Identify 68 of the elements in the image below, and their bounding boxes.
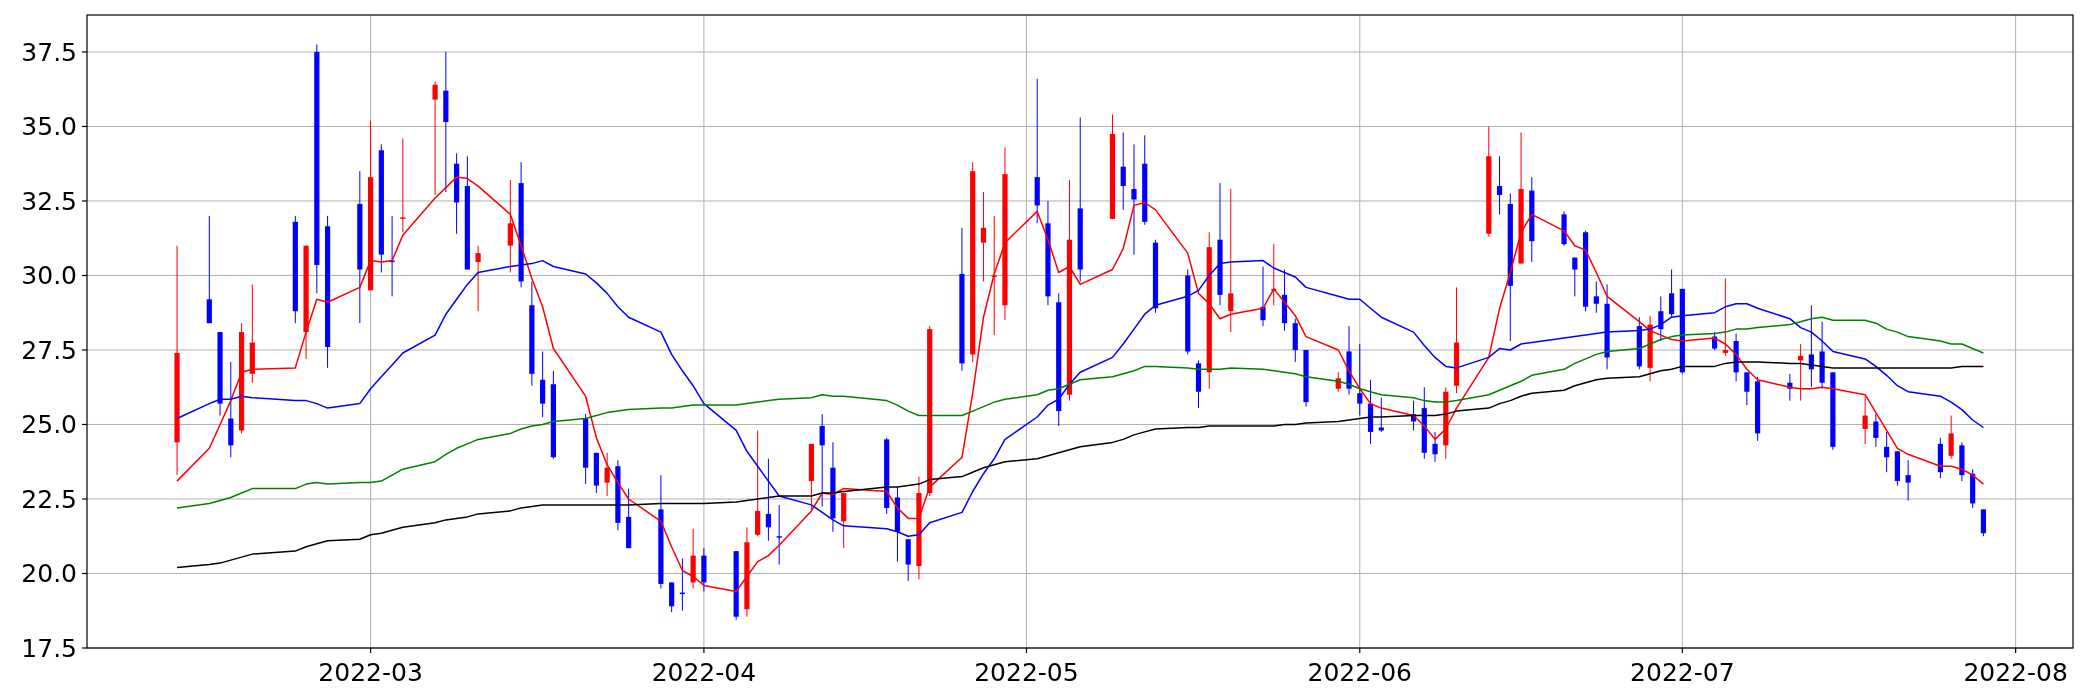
candlestick <box>1712 331 1718 351</box>
x-tick-label: 2022-04 <box>651 658 757 687</box>
candlestick <box>1787 373 1793 402</box>
candlestick <box>808 443 814 510</box>
candlestick <box>1669 269 1675 318</box>
candlestick <box>1744 371 1750 406</box>
candlestick <box>1496 155 1503 215</box>
candlestick <box>1819 321 1825 390</box>
y-tick-label: 37.5 <box>21 37 77 67</box>
candlestick <box>1271 243 1277 306</box>
x-tick-label: 2022-05 <box>974 658 1079 687</box>
y-tick-label: 22.5 <box>21 485 77 514</box>
candlestick <box>1303 349 1309 408</box>
candlestick <box>1346 325 1352 396</box>
y-tick-label: 35.0 <box>21 112 77 142</box>
y-tick-label: 30.0 <box>21 261 77 291</box>
candlestick <box>776 504 782 566</box>
candlestick <box>593 452 599 494</box>
candlestick <box>1292 318 1298 363</box>
y-tick-label: 25.0 <box>21 410 77 440</box>
y-tick-label: 17.5 <box>21 634 77 663</box>
candlestick <box>604 452 610 497</box>
candlestick <box>1862 395 1868 445</box>
candlestick <box>1432 431 1438 463</box>
x-tick-label: 2022-07 <box>1630 658 1735 687</box>
candlestick <box>1561 210 1567 247</box>
candlestick <box>1367 379 1374 445</box>
candlestick <box>1905 459 1911 501</box>
y-tick-label: 20.0 <box>21 559 77 589</box>
candlestick <box>475 245 481 312</box>
y-tick-label: 27.5 <box>21 336 77 365</box>
candlestick <box>1970 468 1976 509</box>
candlestick <box>1378 397 1384 433</box>
candlestick <box>1647 315 1653 382</box>
candlestick <box>540 350 546 418</box>
candlestick <box>679 558 685 612</box>
x-tick-label: 2022-08 <box>1963 658 2068 687</box>
candlestick <box>1195 359 1202 409</box>
candlestick <box>1894 450 1900 487</box>
candlestick <box>1948 415 1954 460</box>
x-tick-label: 2022-03 <box>318 658 423 687</box>
y-tick-label: 32.5 <box>21 186 77 216</box>
candlestick <box>1410 400 1417 431</box>
candlestick <box>583 413 589 485</box>
candlestick <box>1873 413 1879 448</box>
candlestick <box>615 459 621 531</box>
candlestick <box>626 488 632 549</box>
candlestick <box>1733 333 1739 382</box>
candlestick <box>1755 376 1761 442</box>
x-tick-label: 2022-06 <box>1307 658 1412 687</box>
candlestick <box>690 528 696 589</box>
candlestick <box>1980 508 1986 537</box>
candlestick <box>1335 371 1341 393</box>
candlestick <box>1281 269 1288 332</box>
candlestick <box>1884 431 1890 473</box>
candlestick <box>1260 266 1266 327</box>
candlestick <box>1959 441 1965 482</box>
candlestick <box>669 581 675 613</box>
candlestick <box>701 547 707 592</box>
candlestick <box>1798 343 1804 402</box>
candlestick <box>841 492 847 549</box>
candlestick <box>905 538 911 582</box>
candlestick <box>1636 316 1642 370</box>
candlestick <box>1937 437 1943 479</box>
candlestick <box>1658 295 1664 342</box>
candlestick <box>1572 257 1578 297</box>
candlestick <box>1593 280 1599 314</box>
candlestick <box>733 550 739 621</box>
